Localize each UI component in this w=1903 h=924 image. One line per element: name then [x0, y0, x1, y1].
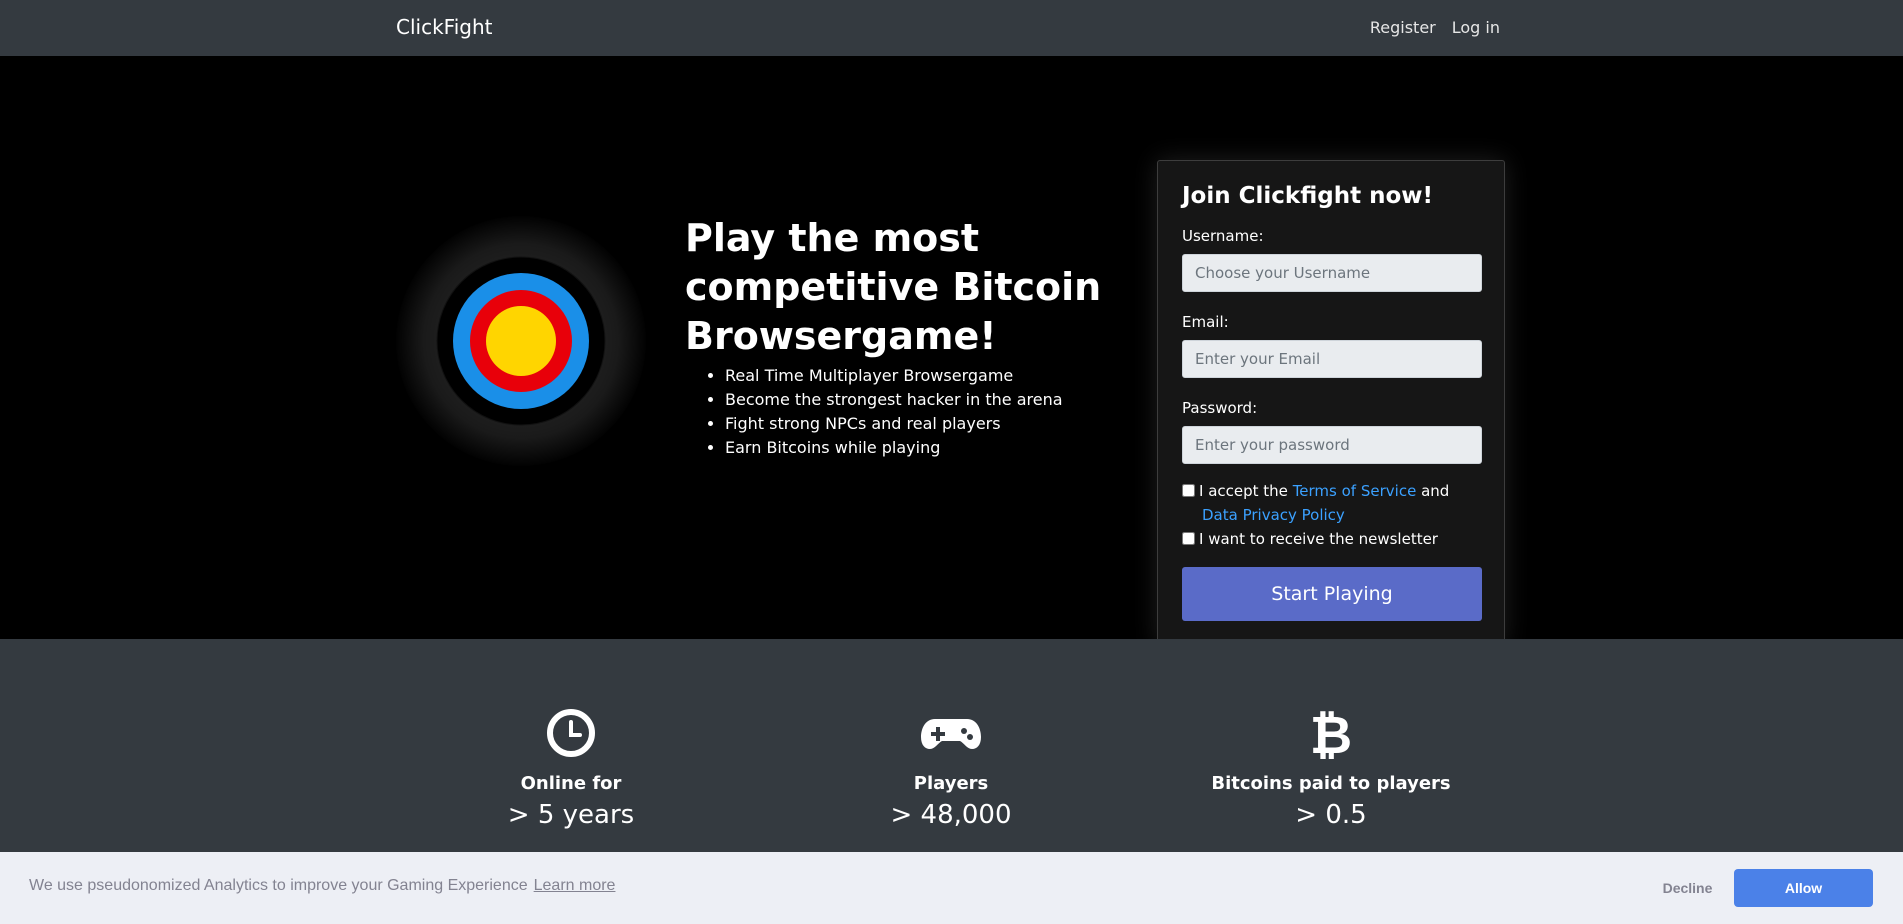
cookie-banner: We use pseudonomized Analytics to improv… — [0, 852, 1903, 924]
stat-label: Players — [913, 773, 989, 794]
navbar: ClickFight Register Log in — [0, 0, 1903, 57]
email-input[interactable] — [1182, 340, 1482, 378]
stat-label: Bitcoins paid to players — [1211, 773, 1451, 794]
gamepad-icon — [921, 719, 981, 749]
nav-links: Register Log in — [1370, 18, 1500, 37]
bitcoin-icon: ₿ — [1310, 707, 1352, 759]
username-input[interactable] — [1182, 254, 1482, 292]
login-link[interactable]: Log in — [1452, 18, 1500, 37]
register-title: Join Clickfight now! — [1182, 183, 1434, 209]
feature-item: Earn Bitcoins while playing — [725, 436, 1063, 460]
feature-list: Real Time Multiplayer Browsergame Become… — [685, 364, 1063, 460]
feature-item: Fight strong NPCs and real players — [725, 412, 1063, 436]
terms-and: and — [1421, 482, 1450, 500]
email-label: Email: — [1182, 313, 1229, 331]
stat-label: Online for — [520, 773, 622, 794]
privacy-policy-link[interactable]: Data Privacy Policy — [1202, 506, 1345, 524]
stats-section: Online for > 5 years Players > 48,000 ₿ … — [0, 639, 1903, 852]
hero-section: Play the most competitive Bitcoin Browse… — [0, 56, 1903, 646]
decline-button[interactable]: Decline — [1640, 869, 1735, 907]
stat-online: Online for > 5 years — [421, 707, 721, 830]
feature-item: Real Time Multiplayer Browsergame — [725, 364, 1063, 388]
cookie-message: We use pseudonomized Analytics to improv… — [29, 877, 615, 895]
terms-row: I accept the Terms of Service and Data P… — [1182, 479, 1449, 527]
terms-prefix: I accept the — [1199, 482, 1288, 500]
newsletter-label: I want to receive the newsletter — [1199, 530, 1438, 548]
stat-bitcoins: ₿ Bitcoins paid to players > 0.5 — [1181, 707, 1481, 830]
register-link[interactable]: Register — [1370, 18, 1436, 37]
terms-checkbox[interactable] — [1182, 484, 1195, 497]
terms-of-service-link[interactable]: Terms of Service — [1293, 482, 1417, 500]
newsletter-row: I want to receive the newsletter — [1182, 527, 1438, 551]
username-label: Username: — [1182, 227, 1264, 245]
password-input[interactable] — [1182, 426, 1482, 464]
allow-button[interactable]: Allow — [1734, 869, 1873, 907]
target-icon — [396, 216, 646, 466]
stat-players: Players > 48,000 — [801, 707, 1101, 830]
stat-value: > 0.5 — [1295, 800, 1367, 830]
stat-value: > 48,000 — [890, 800, 1012, 830]
hero-title: Play the most competitive Bitcoin Browse… — [685, 216, 1102, 358]
newsletter-checkbox[interactable] — [1182, 532, 1195, 545]
svg-text:₿: ₿ — [1310, 707, 1352, 759]
brand-logo-link[interactable]: ClickFight — [396, 15, 492, 39]
register-card: Join Clickfight now! Username: Email: Pa… — [1157, 160, 1505, 646]
cookie-text: We use pseudonomized Analytics to improv… — [29, 877, 528, 894]
learn-more-link[interactable]: Learn more — [534, 877, 616, 894]
stat-value: > 5 years — [507, 800, 635, 830]
clock-icon — [547, 709, 595, 757]
password-label: Password: — [1182, 399, 1258, 417]
start-playing-button[interactable]: Start Playing — [1182, 567, 1482, 621]
target-bullseye — [486, 306, 556, 376]
feature-item: Become the strongest hacker in the arena — [725, 388, 1063, 412]
